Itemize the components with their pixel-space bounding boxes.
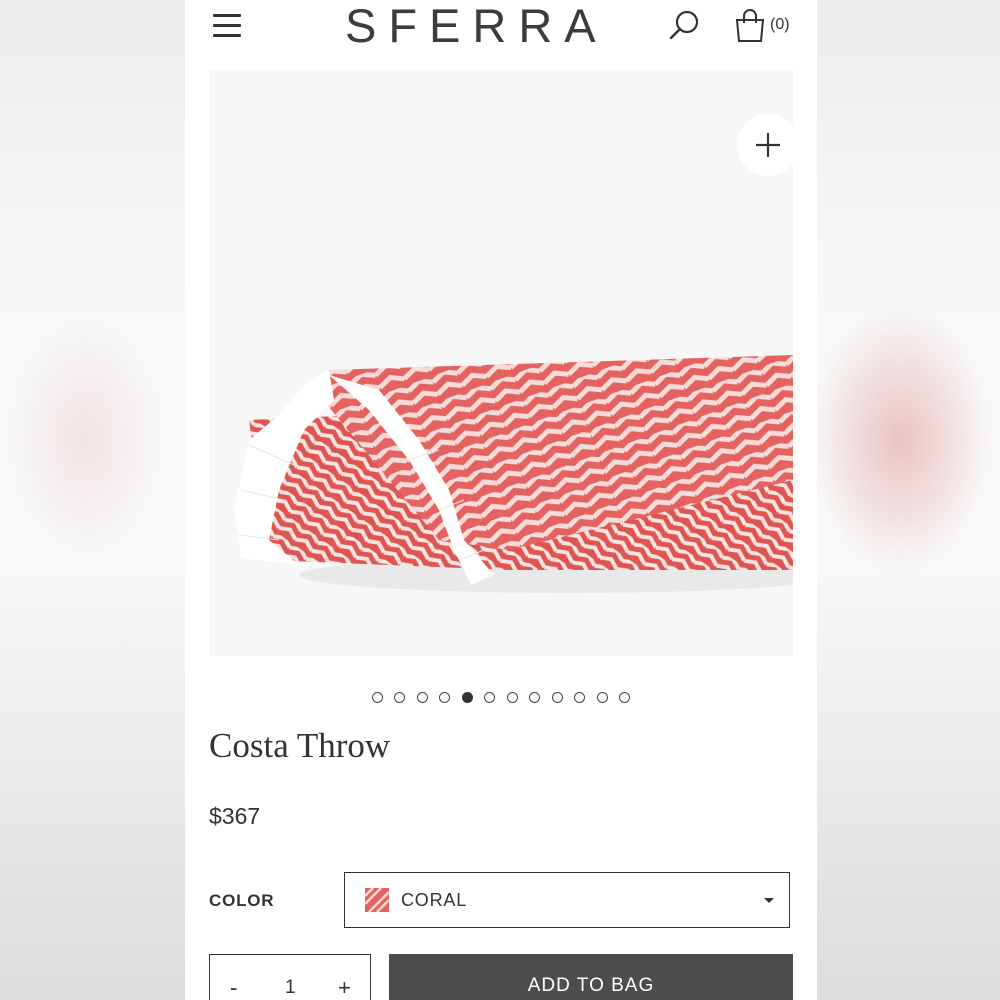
chevron-down-icon — [764, 898, 774, 903]
carousel-dot[interactable] — [484, 692, 496, 703]
carousel-dot[interactable] — [551, 692, 563, 703]
menu-icon[interactable] — [213, 14, 243, 38]
quantity-increase-button[interactable]: + — [338, 975, 351, 1000]
product-price: $367 — [209, 803, 261, 829]
carousel-dot[interactable] — [529, 692, 541, 703]
quantity-decrease-button[interactable]: - — [230, 975, 237, 1000]
shopping-bag-icon[interactable] — [734, 9, 766, 43]
add-to-bag-button[interactable]: ADD TO BAG — [389, 954, 793, 1000]
search-icon[interactable] — [667, 8, 701, 42]
zoom-button[interactable] — [737, 114, 793, 176]
color-swatch — [365, 888, 389, 912]
color-select-value: CORAL — [401, 890, 468, 910]
product-image[interactable] — [209, 70, 793, 656]
carousel-dot[interactable] — [394, 692, 406, 703]
product-page: SFERRA (0) Costa Throw $367 COLOR CORAL … — [185, 0, 817, 1000]
carousel-dot[interactable] — [461, 692, 473, 703]
quantity-stepper[interactable]: - 1 + — [209, 954, 371, 1000]
color-select[interactable]: CORAL — [344, 872, 790, 928]
carousel-dot[interactable] — [371, 692, 383, 703]
brand-logo[interactable]: SFERRA — [345, 0, 660, 52]
quantity-value: 1 — [285, 977, 296, 998]
carousel-dot[interactable] — [574, 692, 586, 703]
color-label: COLOR — [209, 891, 275, 910]
bag-count: (0) — [770, 16, 790, 33]
carousel-dot[interactable] — [416, 692, 428, 703]
folded-throw-illustration — [234, 355, 793, 593]
carousel-dots — [185, 691, 817, 707]
carousel-dot[interactable] — [619, 692, 631, 703]
product-title: Costa Throw — [209, 726, 391, 765]
carousel-dot[interactable] — [596, 692, 608, 703]
carousel-dot[interactable] — [439, 692, 451, 703]
plus-icon — [756, 133, 780, 157]
carousel-dot[interactable] — [506, 692, 518, 703]
